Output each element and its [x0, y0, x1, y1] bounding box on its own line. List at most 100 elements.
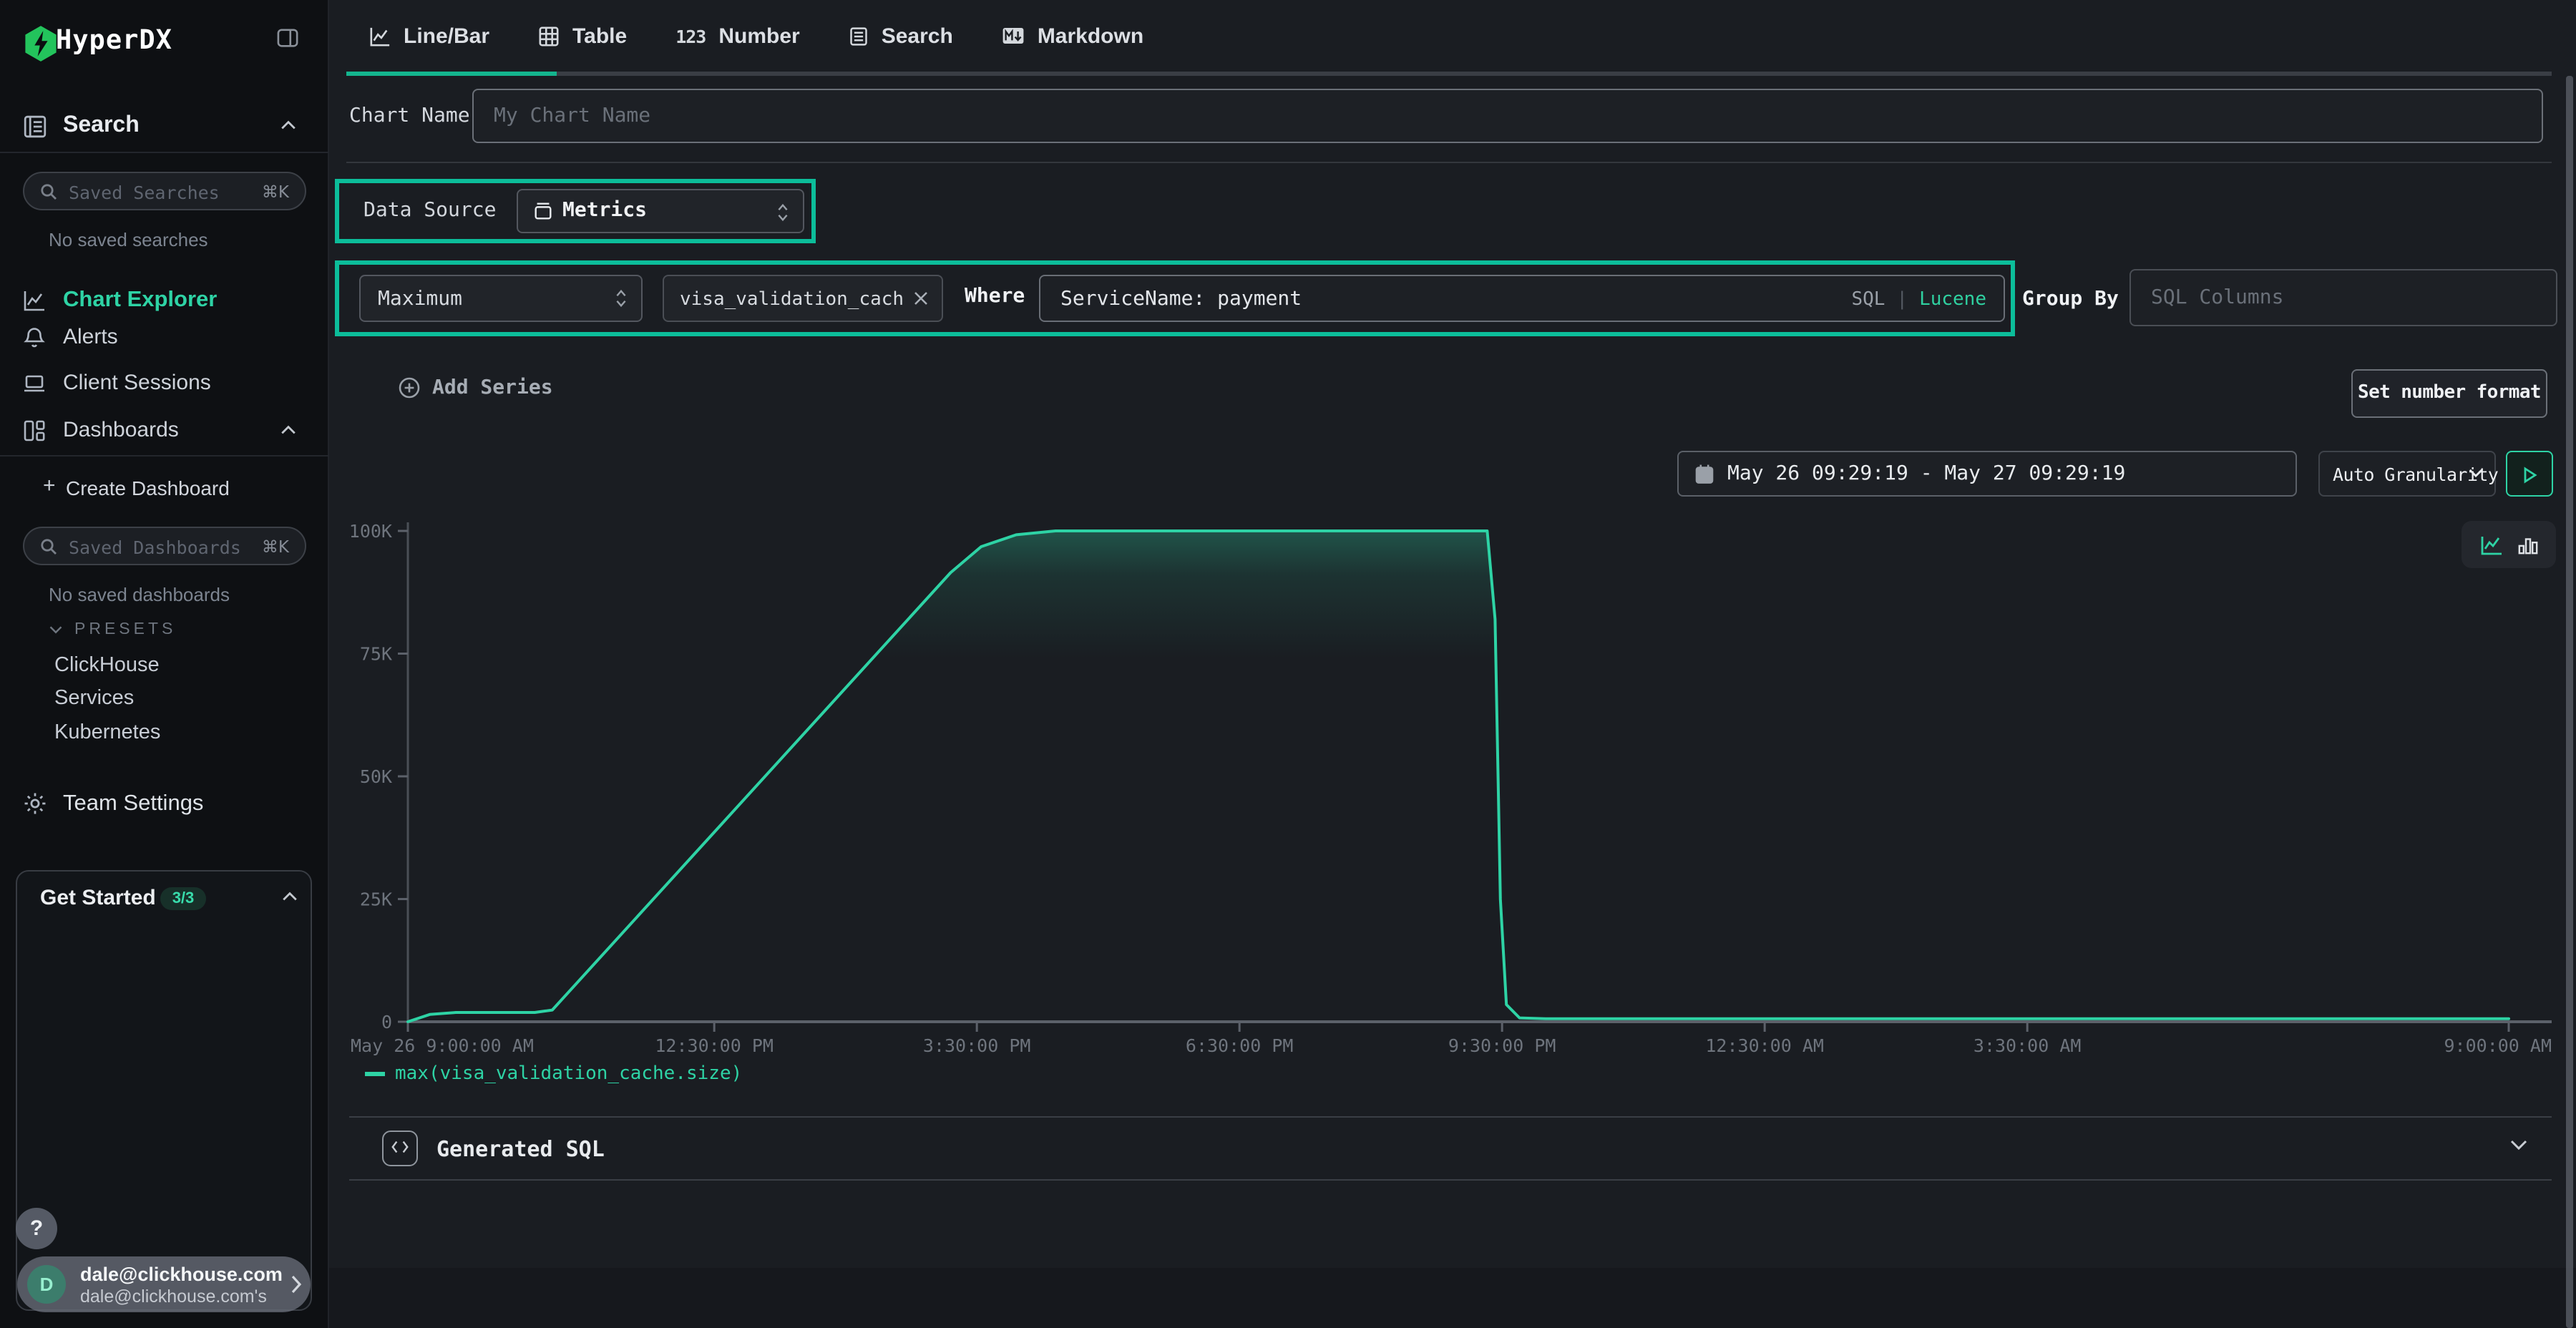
content-bottom-strip	[329, 1268, 2576, 1328]
date-range-input[interactable]: May 26 09:29:19 - May 27 09:29:19	[1677, 451, 2297, 497]
sidebar-item-label: Chart Explorer	[63, 288, 217, 313]
sidebar-item-dashboards[interactable]: Dashboards	[0, 409, 329, 452]
chevron-up-icon[interactable]	[282, 892, 298, 902]
svg-text:100K: 100K	[349, 521, 392, 542]
dashboard-grid-icon	[23, 419, 46, 442]
tab-label: Table	[572, 24, 627, 48]
svg-text:9:00:00 AM: 9:00:00 AM	[2444, 1035, 2552, 1056]
create-dashboard-button[interactable]: + Create Dashboard	[0, 472, 329, 504]
circle-plus-icon	[398, 376, 421, 399]
date-range-value: May 26 09:29:19 - May 27 09:29:19	[1727, 462, 2125, 485]
tab-markdown[interactable]: Markdown	[1002, 24, 1143, 48]
tabbar-underline	[346, 72, 2552, 76]
help-button[interactable]: ?	[16, 1208, 57, 1249]
data-source-select[interactable]: Metrics	[517, 189, 804, 233]
toggle-divider: |	[1896, 289, 1908, 311]
laptop-icon	[23, 372, 46, 395]
sql-toggle-option[interactable]: SQL	[1851, 289, 1885, 311]
sidebar-item-team-settings[interactable]: Team Settings	[0, 786, 329, 826]
divider	[0, 152, 329, 153]
chart-name-input[interactable]	[472, 89, 2543, 143]
group-by-input[interactable]	[2129, 269, 2557, 326]
close-icon[interactable]	[913, 290, 929, 306]
chevron-down-icon	[49, 625, 63, 634]
calendar-icon	[1694, 464, 1714, 485]
search-section-icon	[23, 114, 47, 139]
svg-text:6:30:00 PM: 6:30:00 PM	[1186, 1035, 1294, 1056]
sidebar-item-alerts[interactable]: Alerts	[0, 316, 329, 359]
create-dashboard-label: Create Dashboard	[66, 477, 230, 499]
shortcut-badge: ⌘K	[262, 537, 289, 557]
tab-search[interactable]: Search	[849, 24, 953, 48]
chevron-down-icon[interactable]	[2510, 1139, 2527, 1151]
data-source-value: Metrics	[562, 199, 647, 222]
user-menu[interactable]: D dale@clickhouse.com dale@clickhouse.co…	[17, 1256, 311, 1312]
tab-line-bar[interactable]: Line/Bar	[369, 24, 489, 48]
divider	[0, 455, 329, 456]
generated-sql-label: Generated SQL	[436, 1136, 605, 1162]
legend-label: max(visa_validation_cache.size)	[395, 1063, 742, 1085]
set-number-format-button[interactable]: Set number format	[2351, 369, 2547, 418]
sidebar-item-label: Alerts	[63, 325, 118, 349]
saved-searches-input[interactable]: Saved Searches ⌘K	[23, 172, 306, 210]
get-started-title: Get Started	[40, 886, 156, 910]
active-tab-indicator	[346, 71, 557, 76]
sidebar-item-client-sessions[interactable]: Client Sessions	[0, 362, 329, 405]
code-icon	[382, 1131, 418, 1166]
main-content: Line/Bar Table 123 Number Search	[329, 0, 2576, 1328]
run-query-button[interactable]	[2506, 451, 2553, 497]
svg-text:9:30:00 PM: 9:30:00 PM	[1448, 1035, 1556, 1056]
tab-label: Line/Bar	[404, 24, 489, 48]
plus-icon: +	[43, 474, 56, 498]
metric-field-tag[interactable]: visa_validation_cach	[663, 275, 943, 322]
gear-icon	[23, 791, 47, 816]
where-label: Where	[965, 285, 1025, 308]
shortcut-badge: ⌘K	[262, 182, 289, 202]
chevron-right-icon	[291, 1275, 302, 1294]
saved-dashboards-input[interactable]: Saved Dashboards ⌘K	[23, 527, 306, 565]
table-icon	[538, 25, 560, 47]
add-series-button[interactable]: Add Series	[398, 376, 553, 399]
preset-item-kubernetes[interactable]: Kubernetes	[54, 721, 312, 747]
granularity-select[interactable]: Auto Granularity	[2318, 451, 2496, 497]
svg-text:May 26 9:00:00 AM: May 26 9:00:00 AM	[351, 1035, 534, 1056]
sidebar-item-label: Client Sessions	[63, 371, 211, 395]
lucene-toggle-option[interactable]: Lucene	[1919, 289, 1986, 311]
select-chevrons-icon	[776, 202, 790, 223]
sidebar-section-search[interactable]: Search	[0, 106, 329, 149]
svg-text:12:30:00 AM: 12:30:00 AM	[1705, 1035, 1824, 1056]
preset-item-services[interactable]: Services	[54, 687, 312, 713]
divider	[346, 162, 2552, 163]
bell-icon	[23, 326, 46, 349]
chart-plot[interactable]: 025K50K75K100KMay 26 9:00:00 AM12:30:00 …	[349, 515, 2553, 1066]
get-started-card: Get Started 3/3 Connect to ClickHouse Se…	[16, 870, 312, 1311]
markdown-icon	[1002, 26, 1025, 46]
chart-legend[interactable]: max(visa_validation_cache.size)	[365, 1063, 742, 1085]
select-chevrons-icon	[614, 288, 628, 309]
generated-sql-section[interactable]: Generated SQL	[329, 1118, 2576, 1179]
team-settings-label: Team Settings	[63, 791, 203, 817]
svg-text:50K: 50K	[360, 766, 392, 787]
sidebar: HyperDX Search Saved Searches ⌘K No save…	[0, 0, 329, 1328]
chevron-up-icon	[280, 425, 296, 435]
data-source-label: Data Source	[364, 199, 496, 222]
where-input[interactable]: ServiceName: payment SQL | Lucene	[1039, 275, 2005, 322]
logo-row: HyperDX	[0, 20, 329, 72]
play-icon	[2523, 467, 2537, 484]
sidebar-item-label: Dashboards	[63, 418, 179, 442]
tab-number[interactable]: 123 Number	[675, 24, 800, 48]
line-chart-icon	[369, 25, 391, 47]
database-icon	[532, 200, 554, 222]
legend-line-swatch	[365, 1073, 385, 1076]
sidebar-collapse-icon[interactable]	[276, 27, 299, 49]
no-saved-dashboards-note: No saved dashboards	[49, 584, 230, 605]
presets-header[interactable]: PRESETS	[0, 620, 329, 643]
divider	[349, 1179, 2552, 1181]
tab-table[interactable]: Table	[538, 24, 627, 48]
preset-item-clickhouse[interactable]: ClickHouse	[54, 654, 312, 680]
svg-text:3:30:00 PM: 3:30:00 PM	[923, 1035, 1031, 1056]
line-chart-icon	[23, 289, 46, 312]
scrollbar[interactable]	[2566, 76, 2572, 1328]
aggregation-select[interactable]: Maximum	[359, 275, 643, 322]
sidebar-item-chart-explorer[interactable]: Chart Explorer	[0, 279, 329, 322]
